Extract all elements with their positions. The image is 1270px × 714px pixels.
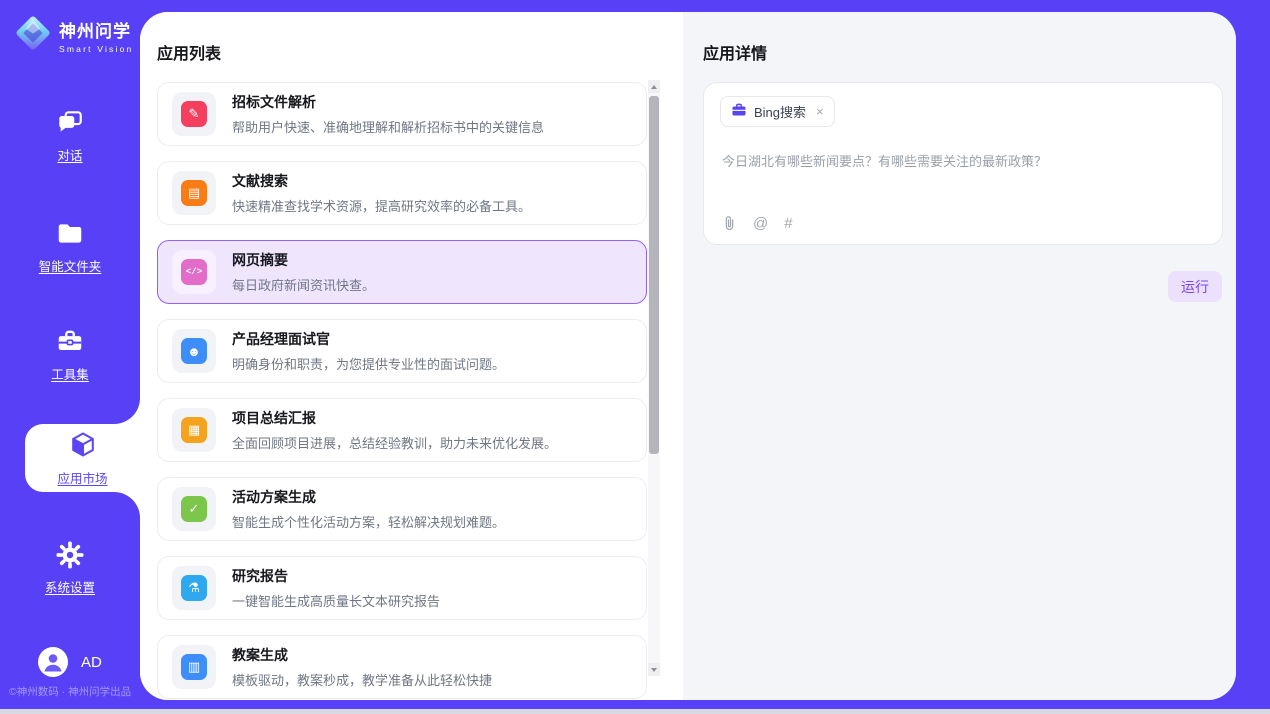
cube-icon (25, 429, 140, 461)
app-icon-frame: ▥ (172, 645, 216, 689)
app-detail-title: 应用详情 (703, 40, 767, 64)
edit-document-icon: ✎ (181, 101, 207, 127)
scroll-up-button[interactable] (648, 80, 660, 93)
app-name: 文献搜索 (232, 171, 531, 191)
app-card-list: ✎ 招标文件解析 帮助用户快速、准确地理解和解析招标书中的关键信息 ▤ 文献搜索… (157, 82, 647, 700)
tab-curve-bottom (114, 492, 140, 518)
app-icon-frame: ▤ (172, 171, 216, 215)
main-content: 应用列表 ✎ 招标文件解析 帮助用户快速、准确地理解和解析招标书中的关键信息 ▤… (140, 12, 1236, 700)
chat-icon (0, 108, 140, 138)
app-card-event-plan[interactable]: ✓ 活动方案生成 智能生成个性化活动方案，轻松解决规划难题。 (157, 477, 647, 541)
app-icon-frame: ▦ (172, 408, 216, 452)
app-name: 活动方案生成 (232, 487, 505, 507)
app-desc: 模板驱动，教案秒成，教学准备从此轻松快捷 (232, 670, 492, 689)
app-desc: 帮助用户快速、准确地理解和解析招标书中的关键信息 (232, 117, 544, 136)
calendar-icon: ▦ (181, 417, 207, 443)
app-name: 网页摘要 (232, 250, 375, 270)
sidebar-item-chat[interactable]: 对话 (0, 108, 140, 164)
window-bottom-edge (0, 709, 1270, 714)
app-desc: 明确身份和职责，为您提供专业性的面试问题。 (232, 354, 505, 373)
hashtag-icon[interactable]: # (784, 215, 792, 232)
app-desc: 智能生成个性化活动方案，轻松解决规划难题。 (232, 512, 505, 531)
briefcase-icon (731, 102, 747, 121)
mention-at-icon[interactable]: @ (753, 215, 768, 232)
gear-icon (0, 540, 140, 570)
app-desc: 一键智能生成高质量长文本研究报告 (232, 591, 440, 610)
input-toolbar: @ # (722, 215, 793, 232)
app-icon-frame: ✎ (172, 92, 216, 136)
close-icon[interactable]: × (816, 104, 824, 119)
sidebar-item-label: 对话 (0, 145, 140, 164)
app-name: 招标文件解析 (232, 92, 544, 112)
app-desc: 全面回顾项目进展，总结经验教训，助力未来优化发展。 (232, 433, 557, 452)
brand-diamond-icon (12, 12, 54, 59)
browser-code-icon: </> (181, 259, 207, 285)
scrollbar-thumb[interactable] (649, 96, 659, 454)
tool-chip-label: Bing搜索 (754, 102, 806, 121)
brand-name: 神州问学 (59, 17, 133, 42)
app-icon-frame: ✓ (172, 487, 216, 531)
app-icon-frame: ☻ (172, 329, 216, 373)
app-desc: 每日政府新闻资讯快查。 (232, 275, 375, 294)
query-text-input[interactable]: 今日湖北有哪些新闻要点？有哪些需要关注的最新政策？ (722, 152, 1206, 172)
sidebar-item-app-market[interactable]: 应用市场 (25, 424, 140, 492)
app-card-research-report[interactable]: ⚗ 研究报告 一键智能生成高质量长文本研究报告 (157, 556, 647, 620)
avatar (38, 647, 68, 677)
sidebar-item-label: 应用市场 (25, 468, 140, 487)
app-name: 产品经理面试官 (232, 329, 505, 349)
clipboard-check-icon: ✓ (181, 496, 207, 522)
tool-chip-bing-search[interactable]: Bing搜索 × (720, 96, 835, 127)
user-initials: AD (81, 654, 102, 671)
sidebar-item-settings[interactable]: 系统设置 (0, 540, 140, 596)
sidebar-item-toolset[interactable]: 工具集 (0, 327, 140, 383)
brand-logo: 神州问学 Smart Vision (12, 12, 133, 59)
sidebar: 神州问学 Smart Vision 对话 智能文件夹 (0, 0, 140, 714)
app-card-literature-search[interactable]: ▤ 文献搜索 快速精准查找学术资源，提高研究效率的必备工具。 (157, 161, 647, 225)
scrollbar[interactable] (648, 80, 660, 676)
copyright-text: ©神州数码 · 神州问学出品 (9, 684, 131, 699)
user-account[interactable]: AD (38, 647, 102, 677)
app-card-pm-interviewer[interactable]: ☻ 产品经理面试官 明确身份和职责，为您提供专业性的面试问题。 (157, 319, 647, 383)
app-card-web-summary[interactable]: </> 网页摘要 每日政府新闻资讯快查。 (157, 240, 647, 304)
book-icon: ▤ (181, 180, 207, 206)
app-name: 研究报告 (232, 566, 440, 586)
app-card-lesson-plan[interactable]: ▥ 教案生成 模板驱动，教案秒成，教学准备从此轻松快捷 (157, 635, 647, 699)
app-card-bid-doc-parse[interactable]: ✎ 招标文件解析 帮助用户快速、准确地理解和解析招标书中的关键信息 (157, 82, 647, 146)
app-list-panel: 应用列表 ✎ 招标文件解析 帮助用户快速、准确地理解和解析招标书中的关键信息 ▤… (140, 12, 683, 700)
toolbox-icon (0, 327, 140, 357)
folder-icon (0, 219, 140, 249)
flask-icon: ⚗ (181, 575, 207, 601)
brand-subtitle: Smart Vision (59, 44, 133, 54)
app-card-project-summary[interactable]: ▦ 项目总结汇报 全面回顾项目进展，总结经验教训，助力未来优化发展。 (157, 398, 647, 462)
sidebar-item-label: 系统设置 (0, 577, 140, 596)
app-name: 教案生成 (232, 645, 492, 665)
tab-curve-top (114, 398, 140, 424)
scroll-down-button[interactable] (648, 663, 660, 676)
app-list-title: 应用列表 (157, 40, 221, 64)
app-desc: 快速精准查找学术资源，提高研究效率的必备工具。 (232, 196, 531, 215)
sidebar-item-label: 工具集 (0, 364, 140, 383)
app-name: 项目总结汇报 (232, 408, 557, 428)
prompt-input-card: Bing搜索 × 今日湖北有哪些新闻要点？有哪些需要关注的最新政策？ @ # (703, 82, 1223, 245)
attachment-paperclip-icon[interactable] (722, 215, 737, 232)
interviewer-icon: ☻ (181, 338, 207, 364)
books-icon: ▥ (181, 654, 207, 680)
scroll-down-icon (651, 668, 657, 672)
app-icon-frame: </> (172, 250, 216, 294)
app-icon-frame: ⚗ (172, 566, 216, 610)
run-button[interactable]: 运行 (1168, 271, 1222, 302)
sidebar-item-smart-folder[interactable]: 智能文件夹 (0, 219, 140, 275)
sidebar-item-label: 智能文件夹 (0, 256, 140, 275)
scroll-up-icon (651, 85, 657, 89)
app-detail-panel: 应用详情 Bing搜索 × 今日湖北有哪些新闻要点？有哪些需要关注的最新政策？ (683, 12, 1236, 700)
